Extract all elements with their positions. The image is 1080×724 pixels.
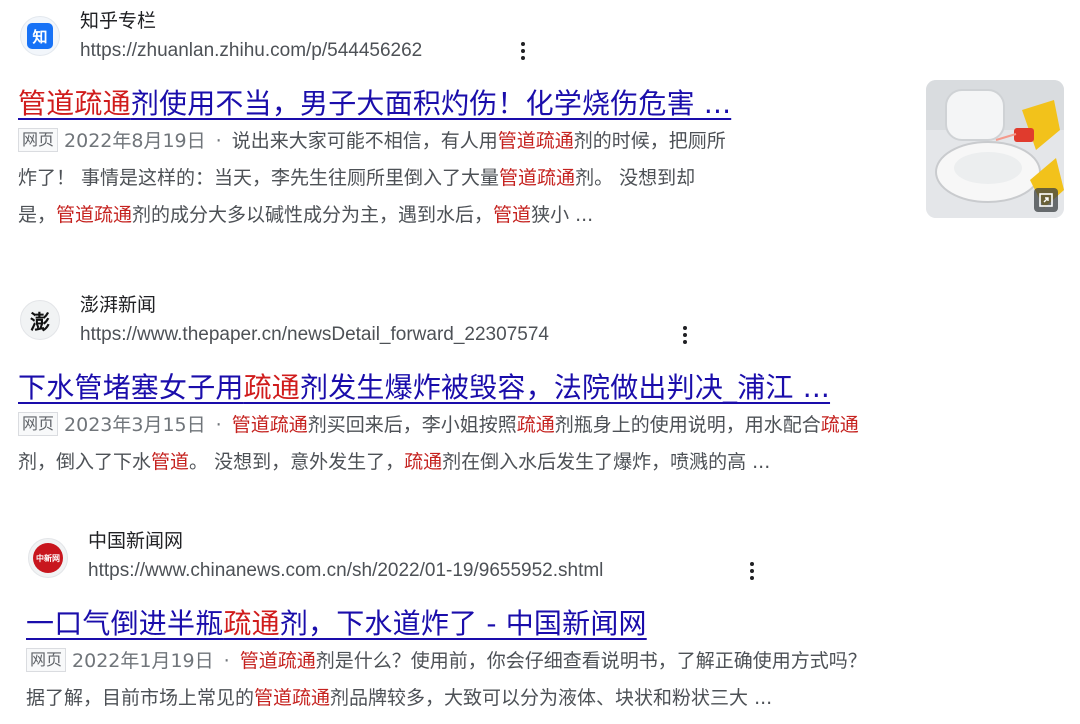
result-title-link[interactable]: 下水管堵塞女子用疏通剂发生爆炸被毁容，法院做出判决_浦江 ... bbox=[18, 366, 830, 406]
result-snippet: 网页 2022年1月19日 · 管道疏通剂是什么？使用前，你会仔细查看说明书，了解正确… bbox=[26, 643, 867, 717]
snippet-highlight: 管道 bbox=[493, 204, 532, 226]
snippet-text: 说出来大家可能不相信，有人用 bbox=[231, 130, 498, 152]
snippet-highlight: 管道疏通 bbox=[231, 414, 308, 436]
snippet-text: 。 没想到，意外发生了， bbox=[189, 451, 405, 473]
snippet-text: 剂，倒入了下水 bbox=[18, 451, 152, 473]
result-title-link[interactable]: 一口气倒进半瓶疏通剂，下水道炸了 - 中国新闻网 bbox=[26, 602, 647, 642]
zhihu-logo-icon: 知 bbox=[27, 23, 53, 49]
result-thumbnail[interactable] bbox=[926, 80, 1064, 218]
snippet-text: 剂在倒入水后发生了爆炸，喷溅的高 ... bbox=[442, 451, 771, 473]
separator-dot: · bbox=[215, 414, 222, 436]
site-name[interactable]: 中国新闻网 bbox=[88, 526, 183, 553]
snippet-highlight: 管道 bbox=[151, 451, 190, 473]
webpage-tag: 网页 bbox=[18, 128, 59, 152]
site-favicon[interactable]: 中新网 bbox=[28, 538, 68, 578]
site-name[interactable]: 知乎专栏 bbox=[80, 6, 156, 33]
snippet-line: 据了解，目前市场上常见的管道疏通剂品牌较多，大致可以分为液体、块状和粉状三大 .… bbox=[26, 680, 867, 717]
snippet-highlight: 管道疏通 bbox=[499, 167, 576, 189]
result-date: 2022年1月19日 bbox=[72, 650, 214, 672]
site-name[interactable]: 澎湃新闻 bbox=[80, 290, 156, 317]
search-result: 知 知乎专栏 https://zhuanlan.zhihu.com/p/5444… bbox=[0, 0, 1080, 240]
snippet-text: 剂是什么？使用前，你会仔细查看说明书，了解正确使用方式吗？ bbox=[315, 650, 867, 672]
snippet-highlight: 管道疏通 bbox=[254, 687, 331, 709]
result-date: 2022年8月19日 bbox=[64, 130, 206, 152]
result-snippet: 网页 2023年3月15日 · 管道疏通剂买回来后，李小姐按照疏通剂瓶身上的使用说明，… bbox=[18, 407, 859, 481]
snippet-text: 据了解，目前市场上常见的 bbox=[26, 687, 255, 709]
title-highlight: 管道疏通 bbox=[18, 87, 131, 120]
result-snippet: 网页 2022年8月19日 · 说出来大家可能不相信，有人用管道疏通剂的时候，把厕所 … bbox=[18, 123, 726, 234]
snippet-text: 炸了！ 事情是这样的：当天，李先生往厕所里倒入了大量 bbox=[18, 167, 500, 189]
site-favicon[interactable]: 澎 bbox=[20, 300, 60, 340]
title-highlight: 疏通 bbox=[243, 371, 301, 404]
snippet-text: 剂的成分大多以碱性成分为主，遇到水后， bbox=[132, 204, 494, 226]
expand-image-icon[interactable] bbox=[1034, 188, 1058, 212]
snippet-text: 剂瓶身上的使用说明，用水配合 bbox=[554, 414, 821, 436]
site-url[interactable]: https://www.chinanews.com.cn/sh/2022/01-… bbox=[88, 560, 603, 582]
search-result: 澎 澎湃新闻 https://www.thepaper.cn/newsDetai… bbox=[0, 284, 1080, 484]
webpage-tag: 网页 bbox=[18, 412, 59, 436]
snippet-line: 炸了！ 事情是这样的：当天，李先生往厕所里倒入了大量管道疏通剂。 没想到却 bbox=[18, 160, 726, 197]
snippet-line: 网页 2023年3月15日 · 管道疏通剂买回来后，李小姐按照疏通剂瓶身上的使用说明，… bbox=[18, 407, 859, 444]
title-text: 剂，下水道炸了 - 中国新闻网 bbox=[279, 607, 647, 640]
snippet-line: 网页 2022年8月19日 · 说出来大家可能不相信，有人用管道疏通剂的时候，把厕所 bbox=[18, 123, 726, 160]
snippet-text: 是， bbox=[18, 204, 57, 226]
result-date: 2023年3月15日 bbox=[64, 414, 206, 436]
separator-dot: · bbox=[223, 650, 230, 672]
snippet-line: 是，管道疏通剂的成分大多以碱性成分为主，遇到水后，管道狭小 ... bbox=[18, 197, 726, 234]
snippet-line: 网页 2022年1月19日 · 管道疏通剂是什么？使用前，你会仔细查看说明书，了解正确… bbox=[26, 643, 867, 680]
snippet-line: 剂，倒入了下水管道。 没想到，意外发生了，疏通剂在倒入水后发生了爆炸，喷溅的高 … bbox=[18, 444, 859, 481]
title-text: 一口气倒进半瓶 bbox=[26, 607, 224, 640]
snippet-highlight: 管道疏通 bbox=[497, 130, 574, 152]
title-highlight: 疏通 bbox=[223, 607, 280, 640]
result-title-link[interactable]: 管道疏通剂使用不当，男子大面积灼伤！化学烧伤危害 ... bbox=[18, 82, 731, 122]
snippet-highlight: 管道疏通 bbox=[56, 204, 133, 226]
snippet-highlight: 疏通 bbox=[516, 414, 555, 436]
snippet-highlight: 疏通 bbox=[404, 451, 443, 473]
snippet-text: 狭小 ... bbox=[531, 204, 594, 226]
snippet-highlight: 管道疏通 bbox=[239, 650, 316, 672]
title-text: 剂发生爆炸被毁容，法院做出判决_浦江 ... bbox=[300, 371, 831, 404]
more-options-icon[interactable] bbox=[518, 40, 528, 62]
title-text: 剂使用不当，男子大面积灼伤！化学烧伤危害 ... bbox=[130, 87, 732, 120]
webpage-tag: 网页 bbox=[26, 648, 67, 672]
snippet-text: 剂的时候，把厕所 bbox=[573, 130, 726, 152]
more-options-icon[interactable] bbox=[747, 560, 757, 582]
snippet-text: 剂买回来后，李小姐按照 bbox=[307, 414, 517, 436]
site-url[interactable]: https://zhuanlan.zhihu.com/p/544456262 bbox=[80, 40, 422, 62]
site-url[interactable]: https://www.thepaper.cn/newsDetail_forwa… bbox=[80, 324, 549, 346]
separator-dot: · bbox=[215, 130, 222, 152]
search-result: 中新网 中国新闻网 https://www.chinanews.com.cn/s… bbox=[0, 520, 1080, 724]
snippet-highlight: 疏通 bbox=[820, 414, 859, 436]
site-favicon[interactable]: 知 bbox=[20, 16, 60, 56]
snippet-text: 剂品牌较多，大致可以分为液体、块状和粉状三大 ... bbox=[330, 687, 773, 709]
chinanews-logo-icon: 中新网 bbox=[33, 543, 63, 573]
thepaper-logo-icon: 澎 bbox=[30, 309, 50, 334]
snippet-text: 剂。 没想到却 bbox=[575, 167, 696, 189]
more-options-icon[interactable] bbox=[680, 324, 690, 346]
title-text: 下水管堵塞女子用 bbox=[18, 371, 244, 404]
